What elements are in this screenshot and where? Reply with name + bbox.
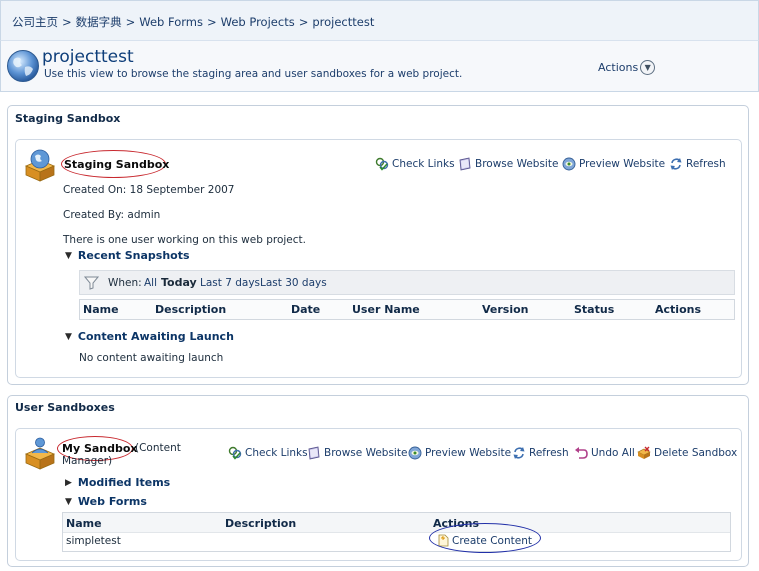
refresh-icon: [670, 158, 682, 170]
column-header-name[interactable]: Name: [83, 303, 119, 316]
sandbox-browse-website-label: Browse Website: [324, 447, 408, 459]
triangle-right-icon: ▶: [65, 477, 72, 488]
web-forms-table-header: Name Description Actions: [63, 513, 730, 533]
browse-website-button[interactable]: Browse Website: [458, 157, 558, 171]
breadcrumb-item-web-projects[interactable]: Web Projects: [221, 15, 295, 29]
delete-sandbox-button[interactable]: Delete Sandbox: [637, 446, 737, 460]
filter-last-7-days[interactable]: Last 7 days: [200, 277, 260, 289]
recent-snapshots-toggle[interactable]: ▼ Recent Snapshots: [65, 249, 190, 262]
undo-icon: [575, 447, 588, 459]
filter-all[interactable]: All: [144, 277, 157, 289]
preview-website-icon: [408, 446, 422, 460]
breadcrumb-item-web-forms[interactable]: Web Forms: [139, 15, 203, 29]
refresh-button[interactable]: Refresh: [669, 157, 726, 171]
column-header-status[interactable]: Status: [574, 303, 614, 316]
actions-menu-button[interactable]: Actions ▼: [598, 60, 656, 75]
modified-items-toggle[interactable]: ▶ Modified Items: [65, 476, 170, 489]
refresh-icon: [513, 447, 525, 459]
column-header-date[interactable]: Date: [291, 303, 320, 316]
browse-website-label: Browse Website: [475, 158, 559, 170]
delete-sandbox-icon: [637, 446, 651, 459]
modified-items-title: Modified Items: [77, 476, 171, 489]
filter-last-30-days[interactable]: Last 30 days: [260, 277, 327, 289]
page-description: Use this view to browse the staging area…: [44, 68, 463, 80]
browse-website-icon: [308, 446, 320, 460]
preview-website-button[interactable]: Preview Website: [562, 157, 665, 171]
breadcrumb-bar: 公司主页 > 数据字典 > Web Forms > Web Projects > project…: [0, 0, 759, 40]
undo-all-button[interactable]: Undo All: [574, 446, 635, 460]
sandbox-refresh-label: Refresh: [529, 447, 569, 459]
column-header-version[interactable]: Version: [482, 303, 529, 316]
sandbox-preview-website-label: Preview Website: [425, 447, 512, 459]
users-working-text: There is one user working on this web pr…: [63, 234, 306, 246]
sandbox-role-line1: (Content: [135, 442, 181, 454]
check-links-label: Check Links: [392, 158, 455, 170]
triangle-down-icon: ▼: [65, 496, 72, 507]
staging-panel-title: Staging Sandbox: [15, 112, 121, 125]
highlight-oval: [429, 523, 541, 553]
sandbox-refresh-button[interactable]: Refresh: [512, 446, 569, 460]
chevron-down-icon: ▼: [640, 60, 656, 75]
undo-all-label: Undo All: [591, 447, 635, 459]
breadcrumb-separator: >: [298, 15, 309, 29]
sandbox-check-links-button[interactable]: Check Links: [228, 446, 308, 460]
filter-when-label: When:: [108, 277, 142, 289]
check-links-icon: [228, 446, 242, 460]
column-header-actions: Actions: [655, 303, 701, 316]
triangle-down-icon: ▼: [65, 250, 72, 261]
snapshots-table-header: Name Description Date User Name Version …: [79, 299, 735, 320]
created-on-text: Created On: 18 September 2007: [63, 184, 235, 196]
sandbox-globe-icon: [24, 149, 56, 182]
column-header-description[interactable]: Description: [155, 303, 226, 316]
preview-website-icon: [562, 157, 576, 171]
content-awaiting-title: Content Awaiting Launch: [77, 330, 234, 343]
breadcrumb-separator: >: [62, 15, 72, 29]
page-title: projecttest: [42, 47, 134, 67]
created-by-text: Created By: admin: [63, 209, 161, 221]
recent-snapshots-title: Recent Snapshots: [77, 249, 190, 262]
breadcrumb-item-data-dictionary[interactable]: 数据字典: [76, 15, 122, 29]
breadcrumb-item-current: projecttest: [312, 15, 375, 29]
breadcrumb-item-home[interactable]: 公司主页: [12, 15, 58, 29]
preview-website-label: Preview Website: [579, 158, 666, 170]
column-header-user-name[interactable]: User Name: [352, 303, 420, 316]
web-forms-table: Name Description Actions simpletest Crea…: [62, 512, 731, 552]
wf-column-name: Name: [66, 517, 102, 530]
globe-icon: [7, 50, 39, 82]
filter-icon: [84, 276, 99, 290]
sandbox-role-line2: Manager): [62, 455, 113, 467]
check-links-icon: [375, 157, 389, 171]
actions-menu-label: Actions: [598, 61, 639, 74]
check-links-button[interactable]: Check Links: [375, 157, 455, 171]
browse-website-icon: [459, 157, 471, 171]
delete-sandbox-label: Delete Sandbox: [654, 447, 738, 459]
breadcrumb: 公司主页 > 数据字典 > Web Forms > Web Projects > project…: [12, 14, 374, 30]
triangle-down-icon: ▼: [65, 331, 72, 342]
content-awaiting-toggle[interactable]: ▼ Content Awaiting Launch: [65, 330, 234, 343]
web-form-name: simpletest: [66, 535, 121, 547]
web-forms-title: Web Forms: [77, 495, 147, 508]
breadcrumb-separator: >: [125, 15, 136, 29]
staging-sandbox-link[interactable]: Staging Sandbox: [64, 158, 169, 171]
web-forms-toggle[interactable]: ▼ Web Forms: [65, 495, 147, 508]
refresh-label: Refresh: [686, 158, 726, 170]
no-content-text: No content awaiting launch: [79, 352, 224, 364]
sandbox-preview-website-button[interactable]: Preview Website: [408, 446, 511, 460]
snapshot-filter-bar: When: All Today Last 7 days Last 30 days: [79, 270, 735, 295]
filter-today[interactable]: Today: [161, 276, 197, 289]
user-sandboxes-title: User Sandboxes: [15, 401, 115, 414]
wf-column-description: Description: [225, 517, 297, 530]
my-sandbox-link[interactable]: My Sandbox: [62, 442, 138, 455]
sandbox-browse-website-button[interactable]: Browse Website: [307, 446, 407, 460]
user-sandbox-icon: [24, 437, 56, 470]
breadcrumb-separator: >: [206, 15, 217, 29]
sandbox-check-links-label: Check Links: [245, 447, 308, 459]
